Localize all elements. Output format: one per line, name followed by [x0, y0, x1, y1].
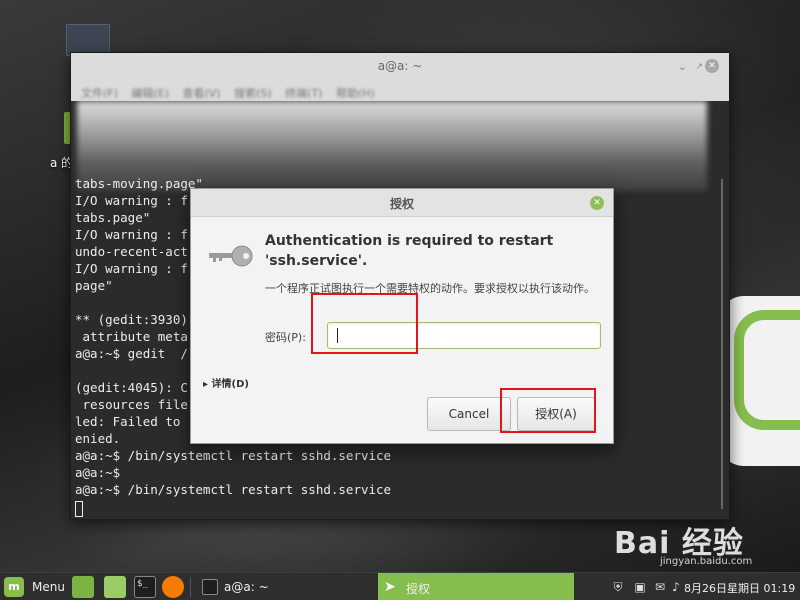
key-icon	[209, 245, 253, 267]
watermark-sub: jingyan.baidu.com	[660, 556, 753, 567]
terminal-menubar: 文件(F) 编辑(E) 查看(V) 搜索(S) 终端(T) 帮助(H)	[71, 81, 729, 101]
menu-button[interactable]: m Menu	[4, 576, 65, 598]
task-terminal[interactable]: a@a: ~	[196, 573, 374, 600]
terminal-titlebar[interactable]: a@a: ~ ⌄ ↗ ✕	[71, 53, 729, 81]
terminal-cursor	[75, 501, 83, 517]
system-tray: ⛨ ▣ ✉ ♪ 8月26日星期日 01:19	[606, 573, 800, 600]
taskbar: m Menu $_ a@a: ~ ➤ 授权 ⛨ ▣ ✉ ♪ 8月26日星期日 0…	[0, 572, 800, 600]
mint-logo-mark	[734, 310, 800, 430]
password-label: 密码(P):	[265, 331, 306, 344]
dialog-close-icon[interactable]: ✕	[590, 196, 604, 210]
task-terminal-label: a@a: ~	[224, 580, 269, 594]
clock[interactable]: 8月26日星期日 01:19	[684, 580, 795, 596]
details-label: 详情(D)	[211, 379, 249, 390]
show-desktop-icon[interactable]	[72, 576, 94, 598]
taskbar-separator	[190, 577, 191, 597]
firefox-icon[interactable]	[162, 576, 184, 598]
desktop: a 的 a@a: ~ ⌄ ↗ ✕ 文件(F) 编辑(E) 查看(V) 搜索(S)…	[0, 0, 800, 572]
mint-menu-icon: m	[4, 577, 24, 597]
cancel-button[interactable]: Cancel	[427, 397, 511, 431]
file-manager-icon[interactable]	[104, 576, 126, 598]
menu-terminal[interactable]: 终端(T)	[285, 85, 322, 101]
terminal-scrollbar[interactable]	[721, 179, 723, 509]
terminal-line: a@a:~$ /bin/systemctl restart sshd.servi…	[75, 482, 392, 497]
highlight-box-authorize	[500, 388, 596, 433]
details-expander[interactable]: ▸ 详情(D)	[203, 375, 249, 390]
highlight-box-password	[311, 293, 418, 354]
menu-help[interactable]: 帮助(H)	[336, 85, 375, 101]
terminal-launcher-icon[interactable]: $_	[134, 576, 156, 598]
notification-icon[interactable]: ✉	[652, 579, 668, 595]
dialog-titlebar[interactable]: 授权 ✕	[191, 189, 613, 217]
volume-icon[interactable]: ♪	[668, 579, 684, 595]
terminal-line: a@a:~$ /bin/systemctl restart sshd.servi…	[75, 448, 392, 463]
menu-label: Menu	[32, 580, 65, 594]
menu-file[interactable]: 文件(F)	[81, 85, 118, 101]
key-task-icon: ➤	[384, 579, 396, 595]
task-auth-dialog[interactable]: ➤ 授权	[378, 573, 574, 600]
dialog-title: 授权	[389, 197, 414, 211]
maximize-icon[interactable]: ↗	[695, 62, 703, 72]
shield-icon[interactable]: ⛨	[610, 579, 626, 595]
terminal-task-icon	[202, 579, 218, 595]
menu-search[interactable]: 搜索(S)	[234, 85, 272, 101]
terminal-line: a@a:~$	[75, 465, 121, 480]
task-auth-label: 授权	[406, 582, 431, 596]
dialog-heading: Authentication is required to restart 's…	[265, 233, 554, 269]
expander-arrow-icon: ▸	[203, 379, 212, 390]
menu-view[interactable]: 查看(V)	[182, 85, 220, 101]
terminal-title: a@a: ~	[377, 59, 423, 73]
minimize-icon[interactable]: ⌄	[678, 60, 687, 73]
close-icon[interactable]: ✕	[705, 59, 719, 73]
network-icon[interactable]: ▣	[632, 579, 648, 595]
menu-edit[interactable]: 编辑(E)	[131, 85, 169, 101]
baidu-watermark: Bai 经验 jingyan.baidu.com	[614, 512, 794, 572]
